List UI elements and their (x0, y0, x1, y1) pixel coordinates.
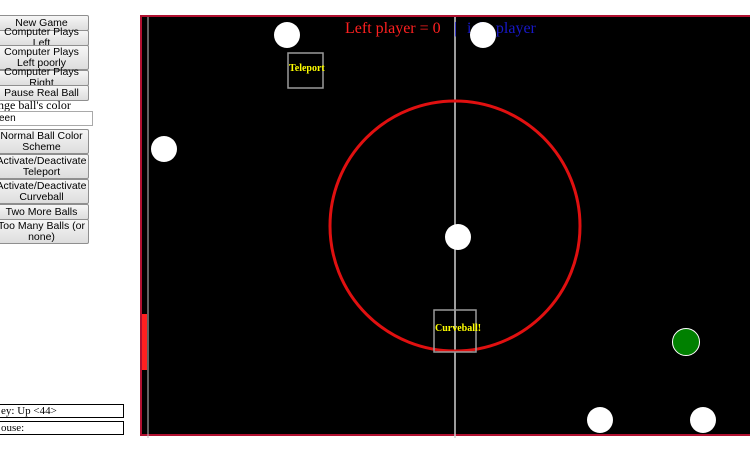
mouse-status: ouse: (0, 421, 124, 435)
score-left: Left player = 0 (345, 20, 441, 37)
ball-color-input[interactable]: een (0, 111, 93, 126)
ball (445, 224, 471, 250)
ball (151, 136, 177, 162)
ball (587, 407, 613, 433)
two-more-balls-button[interactable]: Two More Balls (0, 204, 89, 220)
computer-plays-right-button[interactable]: Computer Plays Right (0, 67, 89, 89)
left-paddle[interactable] (142, 314, 147, 370)
computer-plays-left-button[interactable]: Computer Plays Left (0, 27, 89, 49)
game-canvas: Left player = 0 | ight player Teleport C… (142, 17, 716, 438)
curveball-label: Curveball! (435, 323, 481, 334)
key-status: ey: Up <44> (0, 404, 124, 418)
game-field[interactable]: Left player = 0 | ight player Teleport C… (140, 15, 750, 438)
toggle-curveball-button[interactable]: Activate/Deactivate Curveball (0, 179, 89, 204)
ball (274, 22, 300, 48)
ball (470, 22, 496, 48)
too-many-balls-button[interactable]: Too Many Balls (or none) (0, 219, 89, 244)
real-ball (672, 328, 700, 356)
ball (690, 407, 716, 433)
teleport-label: Teleport (289, 63, 325, 74)
score-separator: | (454, 20, 457, 37)
normal-ball-color-button[interactable]: Normal Ball Color Scheme (0, 129, 89, 154)
toggle-teleport-button[interactable]: Activate/Deactivate Teleport (0, 154, 89, 179)
